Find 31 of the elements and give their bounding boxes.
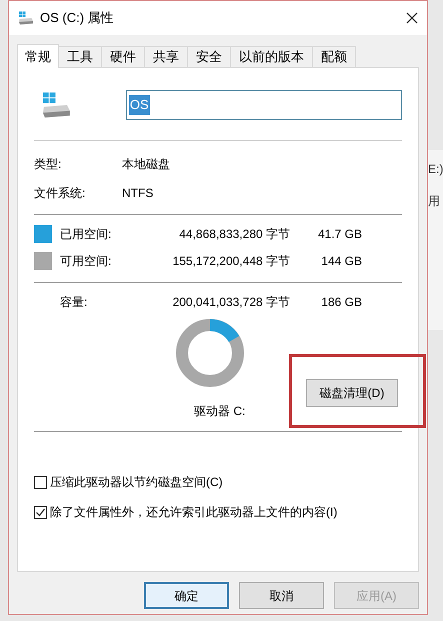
drive-icon <box>18 11 34 25</box>
background-text: E:) <box>428 161 443 178</box>
space-size: 144 GB <box>320 253 362 270</box>
space-label: 可用空间: <box>60 253 112 270</box>
space-label: 已用空间: <box>60 226 112 243</box>
checkbox[interactable] <box>34 476 47 488</box>
space-bytes: 155,172,200,448 字节 <box>172 253 290 270</box>
background-text: 用 <box>428 193 441 210</box>
info-value: 本地磁盘 <box>122 156 170 173</box>
pie-chart-drawing <box>176 319 244 387</box>
window-title: OS (C:) 属性 <box>40 9 114 28</box>
info-value: NTFS <box>122 185 154 202</box>
checkbox-label: 压缩此驱动器以节约磁盘空间(C) <box>50 474 223 491</box>
capacity-bytes: 200,041,033,728 字节 <box>172 294 290 311</box>
info-label: 类型: <box>34 156 62 173</box>
checkbox[interactable] <box>34 506 47 518</box>
capacity-size: 186 GB <box>320 294 362 311</box>
dialog-button[interactable]: 取消 <box>239 582 324 609</box>
tab[interactable]: 配额 <box>312 46 356 67</box>
capacity-label: 容量: <box>60 294 88 311</box>
close-icon[interactable] <box>406 12 418 24</box>
tab[interactable]: 常规 <box>17 44 59 68</box>
drive-icon <box>42 91 71 119</box>
space-bytes: 44,868,833,280 字节 <box>178 226 290 243</box>
disk-cleanup-button[interactable]: 磁盘清理(D) <box>306 379 398 407</box>
info-label: 文件系统: <box>34 185 86 202</box>
checkbox-label: 除了文件属性外，还允许索引此驱动器上文件的内容(I) <box>50 504 338 521</box>
space-size: 41.7 GB <box>316 226 362 243</box>
drive-label: 驱动器 C: <box>194 403 246 420</box>
name-text: OS <box>128 95 150 115</box>
dialog-button[interactable]: 确定 <box>144 582 229 609</box>
